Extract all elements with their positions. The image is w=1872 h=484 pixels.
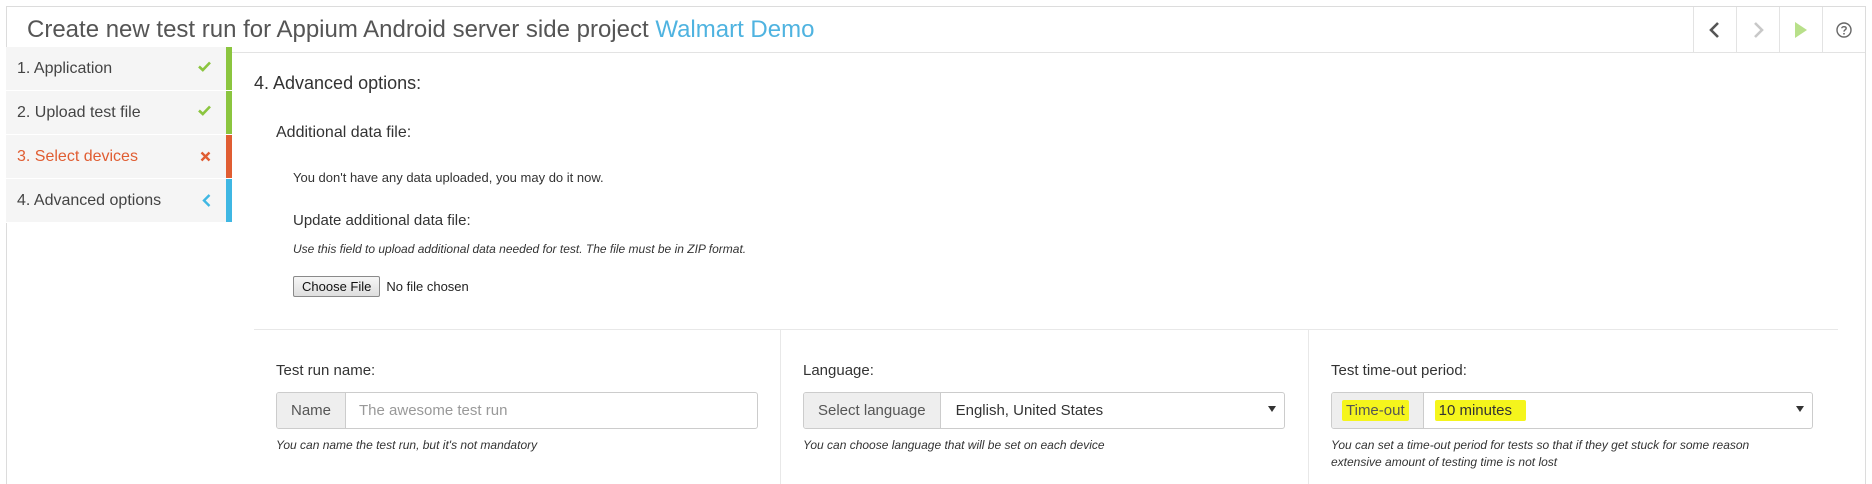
caret-down-icon <box>1796 406 1804 412</box>
language-help: You can choose language that will be set… <box>803 438 1105 452</box>
section-title: 4. Advanced options: <box>254 73 422 93</box>
main-content: 4. Advanced options: Additional data fil… <box>232 47 1872 484</box>
step-label: 4. Advanced options <box>17 191 162 209</box>
language-select[interactable]: English, United States <box>941 393 1284 428</box>
no-file-text: No file chosen <box>386 279 469 294</box>
chevron-left-icon <box>1709 22 1719 38</box>
step-application[interactable]: 1. Application <box>6 47 232 91</box>
step-select-devices[interactable]: 3. Select devices <box>6 135 232 179</box>
timeout-addon: Time-out <box>1332 393 1424 428</box>
choose-file-button[interactable]: Choose File <box>293 276 381 297</box>
cross-icon <box>200 151 211 162</box>
step-label: 2. Upload test file <box>17 103 141 121</box>
language-addon: Select language <box>804 393 941 428</box>
step-label: 1. Application <box>17 59 113 77</box>
timeout-addon-text: Time-out <box>1342 400 1409 421</box>
timeout-help-line1: You can set a time-out period for tests … <box>1331 438 1750 452</box>
caret-down-icon <box>1268 406 1276 412</box>
update-data-file-title: Update additional data file: <box>293 212 471 229</box>
project-link[interactable]: Walmart Demo <box>655 16 814 43</box>
language-group: Select language English, United States <box>803 392 1285 429</box>
language-label: Language: <box>803 362 874 379</box>
timeout-help-line2: extensive amount of testing time is not … <box>1331 455 1558 469</box>
language-value: English, United States <box>955 402 1104 419</box>
check-icon <box>198 61 211 72</box>
play-icon <box>1795 22 1807 38</box>
test-run-name-help: You can name the test run, but it's not … <box>276 438 538 452</box>
page-title: Create new test run for Appium Android s… <box>27 16 814 44</box>
chevron-right-icon <box>1754 22 1764 38</box>
divider <box>254 329 1838 330</box>
file-input: Choose File No file chosen <box>293 276 469 297</box>
column-divider <box>1308 330 1309 484</box>
data-file-note: You don't have any data uploaded, you ma… <box>293 170 604 185</box>
timeout-group: Time-out 10 minutes <box>1331 392 1813 429</box>
column-divider <box>780 330 781 484</box>
title-text: Create new test run for Appium Android s… <box>27 16 656 43</box>
data-file-title: Additional data file: <box>276 124 412 141</box>
test-run-name-input[interactable]: The awesome test run <box>346 393 757 428</box>
timeout-value: 10 minutes <box>1434 400 1526 421</box>
step-upload-test-file[interactable]: 2. Upload test file <box>6 91 232 135</box>
step-label: 3. Select devices <box>17 147 138 165</box>
test-run-name-label: Test run name: <box>276 362 376 379</box>
test-run-name-group: Name The awesome test run <box>276 392 758 429</box>
step-advanced-options[interactable]: 4. Advanced options <box>6 179 232 223</box>
chevron-left-icon <box>202 194 211 207</box>
timeout-label: Test time-out period: <box>1331 362 1467 379</box>
check-icon <box>198 105 211 116</box>
help-icon <box>1836 22 1852 38</box>
wizard-steps: 1. Application 2. Upload test file 3. Se… <box>6 47 232 223</box>
name-addon: Name <box>277 393 347 428</box>
data-file-help: Use this field to upload additional data… <box>293 242 747 256</box>
timeout-select[interactable]: 10 minutes <box>1424 393 1812 428</box>
